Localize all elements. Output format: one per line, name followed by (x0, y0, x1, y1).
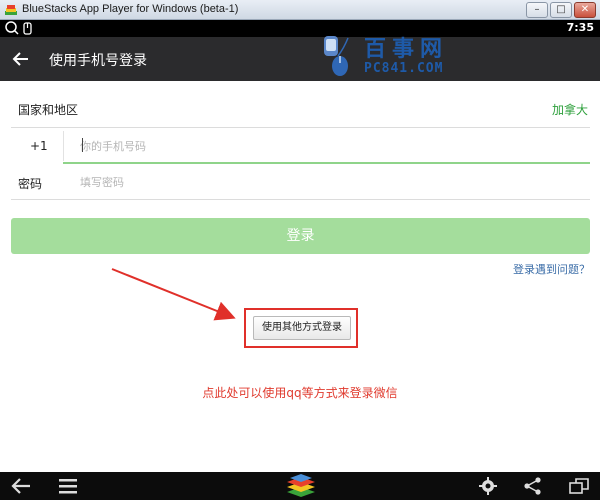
divider (11, 127, 590, 128)
android-status-bar: 7:35 (0, 20, 600, 37)
other-login-methods-button[interactable]: 使用其他方式登录 (253, 316, 351, 340)
password-label: 密码 (18, 177, 43, 191)
menu-icon[interactable] (57, 476, 79, 496)
annotation-hint-text: 点此处可以使用qq等方式来登录微信 (202, 386, 398, 400)
window-controls: – □ ✕ (526, 2, 596, 18)
maximize-button[interactable]: □ (550, 2, 572, 18)
bluestacks-nav-bar (0, 472, 600, 500)
phone-input-focus-underline (63, 162, 590, 164)
watermark: 百事网 PC841.COM (312, 28, 472, 82)
phone-number-input[interactable] (80, 135, 580, 157)
back-icon[interactable] (10, 476, 32, 496)
bluestacks-app-icon (5, 5, 17, 15)
divider (11, 199, 590, 200)
back-arrow-icon[interactable] (10, 48, 32, 70)
login-button[interactable]: 登录 (11, 218, 590, 254)
share-icon[interactable] (522, 476, 544, 496)
mouse-logo-icon (324, 36, 349, 76)
bluestacks-window: BlueStacks App Player for Windows (beta-… (0, 0, 600, 500)
search-icon[interactable] (4, 21, 38, 36)
window-title: BlueStacks App Player for Windows (beta-… (22, 3, 239, 15)
country-code[interactable]: +1 (30, 139, 48, 153)
text-caret (82, 138, 83, 152)
bluestacks-logo-icon[interactable] (284, 472, 318, 500)
close-button[interactable]: ✕ (574, 2, 596, 18)
window-titlebar[interactable]: BlueStacks App Player for Windows (beta-… (0, 0, 600, 20)
settings-icon[interactable] (477, 476, 499, 496)
app-action-bar: 使用手机号登录 (0, 37, 600, 81)
watermark-en-text: PC841.COM (364, 61, 444, 76)
vertical-divider (63, 131, 64, 161)
country-selector[interactable]: 加拿大 (552, 101, 588, 118)
window-icon[interactable] (568, 476, 590, 496)
watermark-cn-text: 百事网 (364, 37, 449, 62)
minimize-button[interactable]: – (526, 2, 548, 18)
password-input[interactable] (80, 172, 580, 192)
login-help-link[interactable]: 登录遇到问题？ (513, 261, 590, 277)
page-title: 使用手机号登录 (49, 53, 147, 69)
country-label: 国家和地区 (18, 103, 79, 117)
clock: 7:35 (566, 21, 594, 34)
